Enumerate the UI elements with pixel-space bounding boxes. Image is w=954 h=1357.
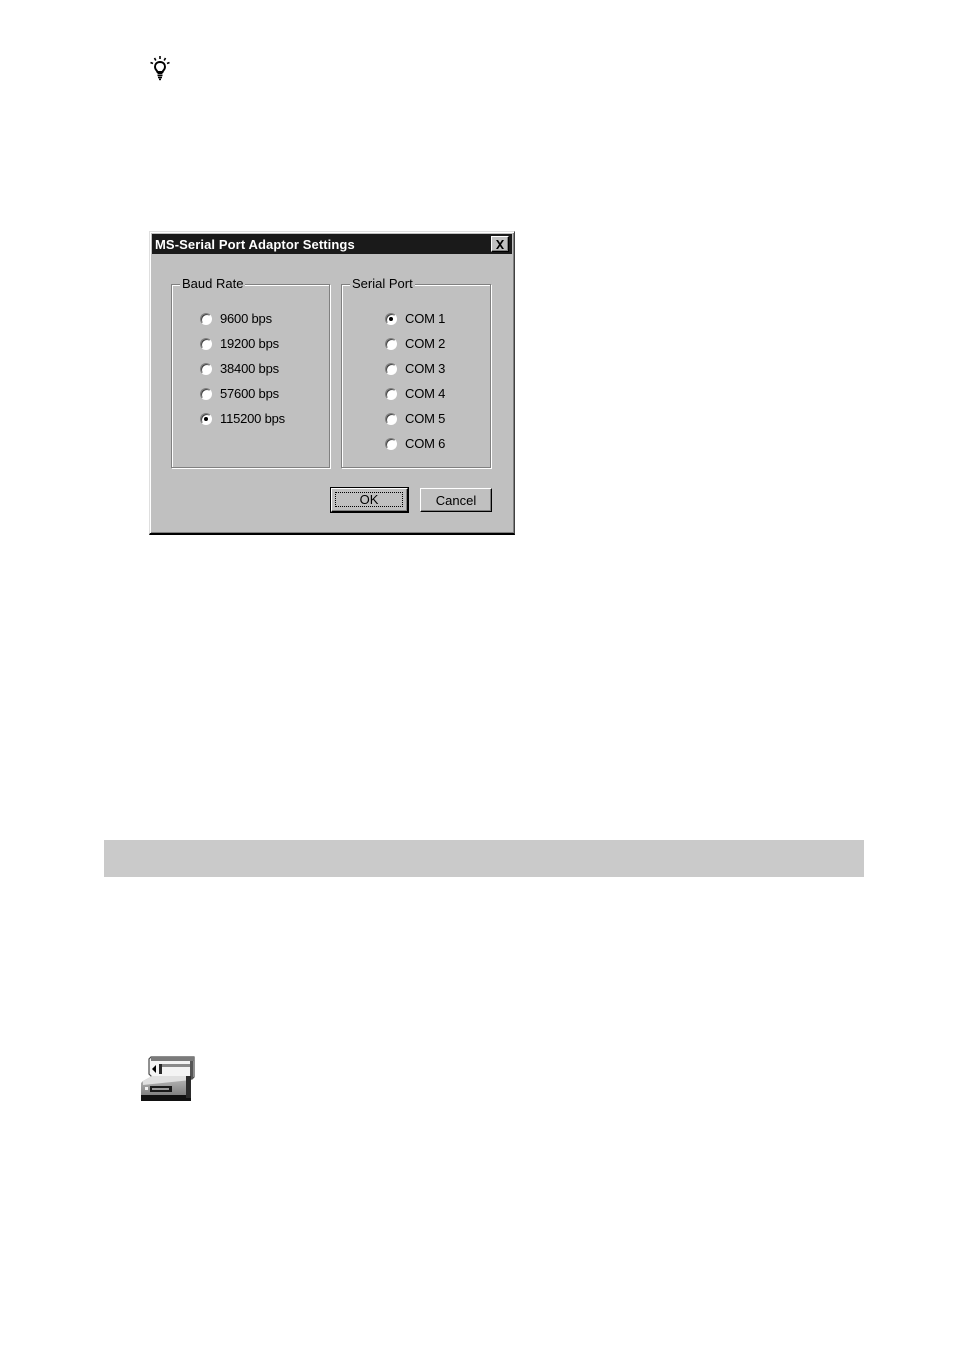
cancel-button[interactable]: Cancel [420, 488, 492, 512]
lightbulb-tip-icon [146, 54, 174, 82]
serial-port-option-com3[interactable]: COM 3 [385, 356, 445, 381]
close-icon [495, 239, 505, 249]
radio-label: COM 1 [405, 311, 446, 326]
radio-button[interactable] [200, 387, 212, 400]
serial-port-group: Serial Port COM 1 COM 2 COM 3 COM 4 COM … [341, 276, 491, 468]
serial-port-option-com1[interactable]: COM 1 [385, 306, 445, 331]
dialog-title: MS-Serial Port Adaptor Settings [155, 236, 355, 252]
baud-rate-option-19200[interactable]: 19200 bps [200, 331, 285, 356]
baud-rate-option-38400[interactable]: 38400 bps [200, 356, 285, 381]
radio-button[interactable] [200, 312, 212, 325]
radio-label: COM 4 [405, 386, 446, 401]
radio-button[interactable] [200, 337, 212, 350]
baud-rate-legend: Baud Rate [180, 276, 246, 292]
cancel-button-label: Cancel [435, 492, 477, 508]
radio-button[interactable] [385, 362, 397, 375]
radio-label: COM 5 [405, 411, 446, 426]
baud-rate-option-115200[interactable]: 115200 bps [200, 406, 285, 431]
focus-rectangle: OK [335, 492, 403, 507]
radio-label: 9600 bps [220, 311, 272, 326]
close-button[interactable] [491, 236, 509, 252]
serial-port-option-com5[interactable]: COM 5 [385, 406, 445, 431]
radio-button[interactable] [385, 437, 397, 450]
radio-button-selected[interactable] [200, 412, 212, 425]
serial-port-legend: Serial Port [350, 276, 415, 292]
serial-port-adaptor-settings-dialog: MS-Serial Port Adaptor Settings Baud Rat… [149, 231, 515, 535]
dialog-titlebar[interactable]: MS-Serial Port Adaptor Settings [152, 234, 512, 254]
radio-button[interactable] [385, 412, 397, 425]
baud-rate-option-57600[interactable]: 57600 bps [200, 381, 285, 406]
radio-label: COM 6 [405, 436, 446, 451]
radio-label: 115200 bps [220, 411, 285, 426]
serial-port-option-com4[interactable]: COM 4 [385, 381, 445, 406]
radio-label: 19200 bps [220, 336, 279, 351]
baud-rate-options: 9600 bps 19200 bps 38400 bps 57600 bps 1… [200, 306, 285, 431]
radio-button[interactable] [385, 387, 397, 400]
serial-port-options: COM 1 COM 2 COM 3 COM 4 COM 5 COM 6 [385, 306, 445, 456]
baud-rate-group: Baud Rate 9600 bps 19200 bps 38400 bps 5… [171, 276, 330, 468]
serial-port-option-com2[interactable]: COM 2 [385, 331, 445, 356]
radio-button-selected[interactable] [385, 312, 397, 325]
radio-label: 57600 bps [220, 386, 279, 401]
section-header-bar [104, 840, 864, 877]
radio-label: COM 3 [405, 361, 446, 376]
radio-label: 38400 bps [220, 361, 279, 376]
serial-port-option-com6[interactable]: COM 6 [385, 431, 445, 456]
radio-button[interactable] [200, 362, 212, 375]
radio-button[interactable] [385, 337, 397, 350]
baud-rate-option-9600[interactable]: 9600 bps [200, 306, 285, 331]
ok-button[interactable]: OK [330, 487, 409, 513]
radio-label: COM 2 [405, 336, 446, 351]
memory-stick-adaptor-icon [140, 1055, 196, 1103]
ok-button-label: OK [359, 492, 379, 507]
